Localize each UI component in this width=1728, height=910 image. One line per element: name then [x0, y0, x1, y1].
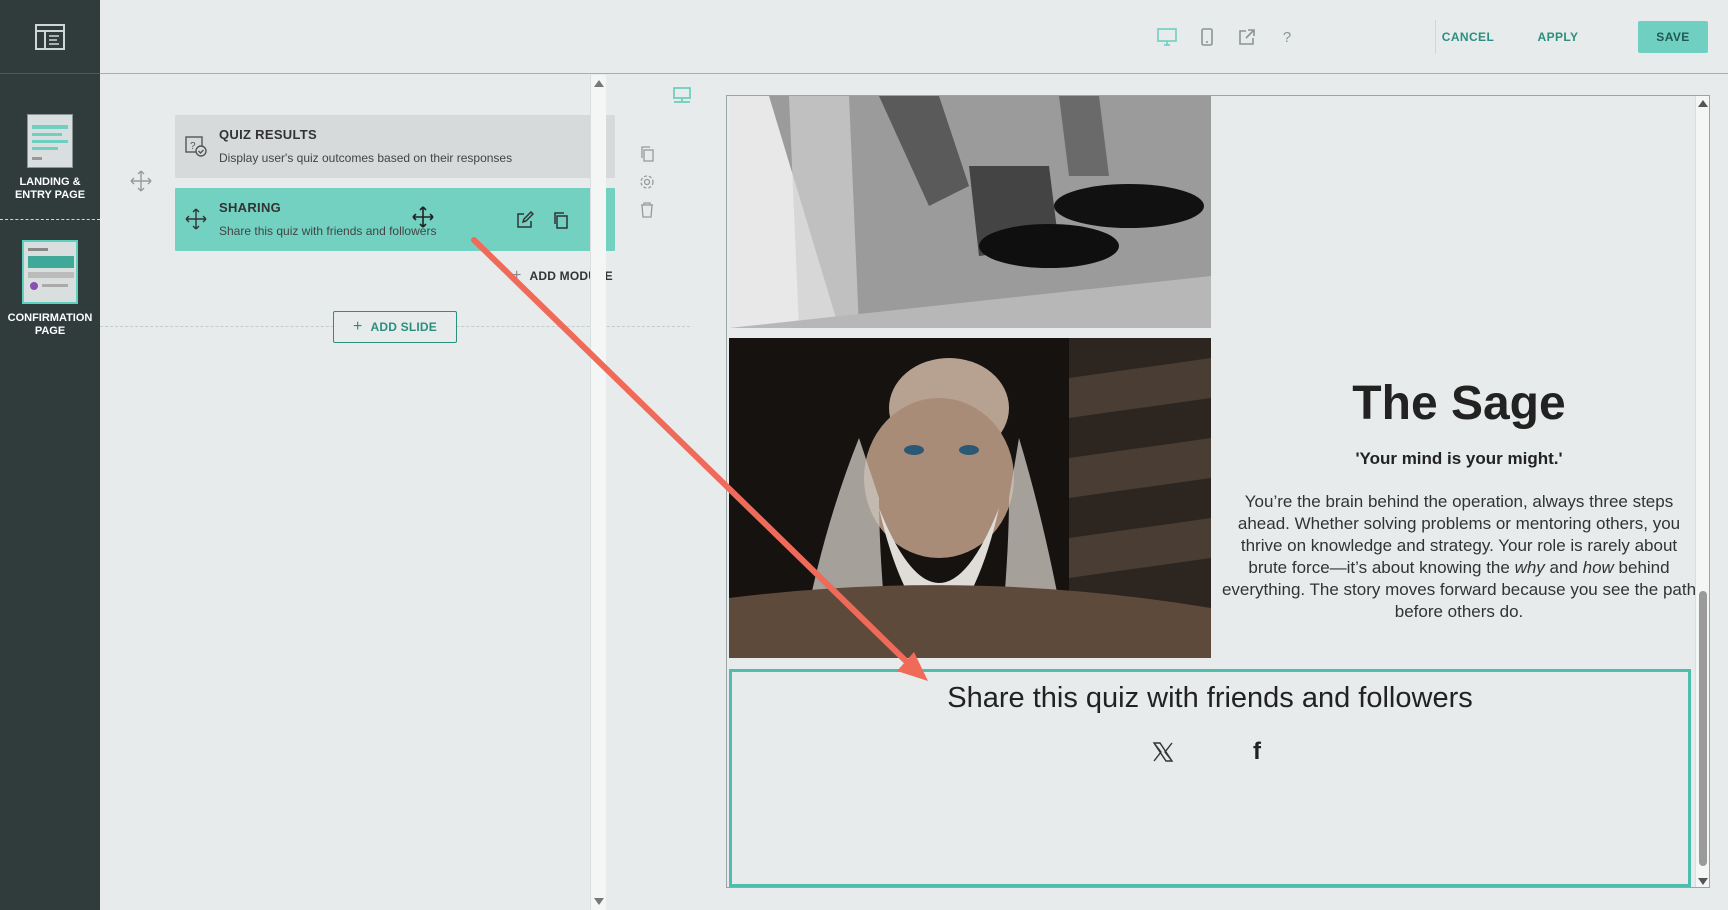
top-toolbar: ? CANCEL APPLY SAVE — [100, 0, 1728, 74]
page-label: CONFIRMATION PAGE — [7, 312, 93, 337]
plus-icon: + — [352, 318, 363, 335]
rail-divider — [0, 219, 100, 220]
quiz-results-icon: ? — [185, 135, 207, 157]
scroll-up-icon[interactable] — [594, 80, 604, 87]
result-image-top — [729, 96, 1211, 328]
share-icons: f — [732, 738, 1688, 765]
module-title: SHARING — [219, 200, 282, 215]
page-rail: LANDING & ENTRY PAGE CONFIRMATION PAGE — [0, 0, 100, 910]
scroll-up-icon[interactable] — [1698, 100, 1708, 107]
view-mode-icons: ? — [1156, 26, 1298, 48]
slide-move-icon[interactable] — [130, 170, 152, 192]
mobile-icon[interactable] — [1196, 26, 1218, 48]
panel-layout-icon[interactable] — [672, 85, 692, 105]
editor-scrollbar[interactable] — [590, 75, 606, 910]
module-quiz-results[interactable]: ? QUIZ RESULTS Display user's quiz outco… — [175, 115, 615, 178]
module-title: QUIZ RESULTS — [219, 127, 317, 142]
result-title: The Sage — [1352, 377, 1566, 430]
share-heading: Share this quiz with friends and followe… — [947, 682, 1473, 714]
move-icon[interactable] — [185, 208, 207, 230]
layout-logo-icon[interactable] — [0, 0, 100, 74]
preview-frame: The Sage 'Your mind is your might.' You’… — [726, 95, 1710, 888]
result-body: You’re the brain behind the operation, a… — [1221, 492, 1697, 621]
delete-slide-icon[interactable] — [638, 201, 656, 219]
module-sharing[interactable]: SHARING Share this quiz with friends and… — [175, 188, 615, 251]
result-description: The Sage 'Your mind is your might.' You’… — [1221, 376, 1697, 623]
sage-portrait-image — [729, 338, 1211, 658]
plus-icon: + — [512, 267, 522, 284]
help-icon[interactable]: ? — [1276, 26, 1298, 48]
gear-icon[interactable] — [638, 173, 656, 191]
result-quote: 'Your mind is your might.' — [1355, 449, 1563, 468]
page-thumbnail — [22, 240, 78, 304]
toolbar-separator — [1435, 20, 1436, 54]
facebook-icon[interactable]: f — [1245, 738, 1269, 765]
svg-text:?: ? — [190, 141, 196, 152]
preview-scrollbar[interactable] — [1695, 96, 1709, 887]
apply-button[interactable]: APPLY — [1528, 21, 1588, 53]
page-landing-entry[interactable]: LANDING & ENTRY PAGE — [0, 114, 100, 202]
external-link-icon[interactable] — [1236, 26, 1258, 48]
scroll-thumb[interactable] — [1699, 591, 1707, 866]
module-description: Share this quiz with friends and followe… — [219, 224, 437, 238]
x-twitter-icon[interactable] — [1151, 740, 1175, 764]
drag-cursor-icon — [412, 206, 434, 233]
scroll-down-icon[interactable] — [594, 898, 604, 905]
sharing-module-preview[interactable]: Share this quiz with friends and followe… — [729, 669, 1691, 887]
duplicate-slide-icon[interactable] — [638, 145, 656, 163]
scroll-down-icon[interactable] — [1698, 878, 1708, 885]
slide-actions — [638, 145, 656, 219]
module-description: Display user's quiz outcomes based on th… — [219, 151, 513, 165]
cancel-button[interactable]: CANCEL — [1438, 21, 1498, 53]
page-thumbnail — [27, 114, 73, 168]
save-button[interactable]: SAVE — [1638, 21, 1708, 53]
add-slide-button[interactable]: + ADD SLIDE — [333, 311, 457, 343]
desktop-icon[interactable] — [1156, 26, 1178, 48]
page-label: LANDING & ENTRY PAGE — [14, 176, 86, 201]
preview-area: The Sage 'Your mind is your might.' You’… — [706, 75, 1728, 910]
duplicate-icon[interactable] — [551, 210, 571, 230]
page-confirmation[interactable]: CONFIRMATION PAGE — [0, 240, 100, 338]
edit-icon[interactable] — [515, 210, 535, 230]
